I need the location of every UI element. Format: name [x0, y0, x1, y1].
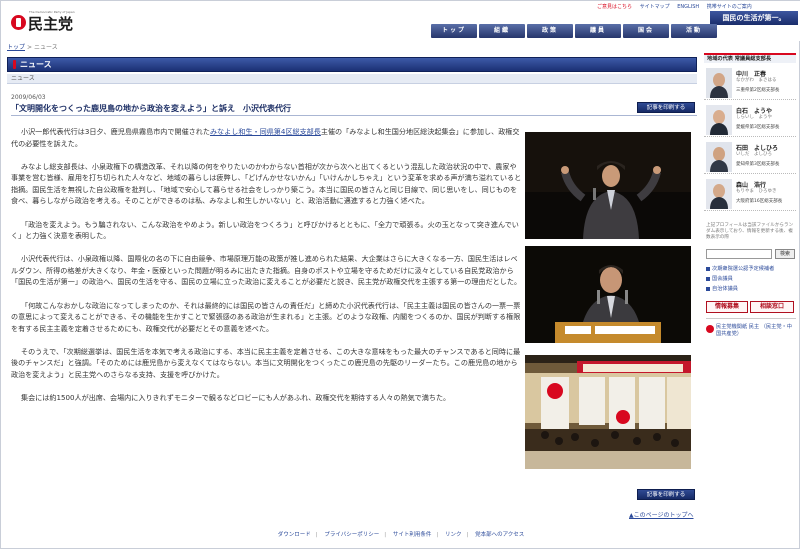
- member-district: 愛知県第3区総支部長: [736, 162, 780, 167]
- footer-link-privacy[interactable]: プライバシーポリシー: [324, 532, 379, 538]
- member-district: 大阪府第16区総支部長: [736, 199, 783, 204]
- nav-policy[interactable]: 政策: [527, 24, 573, 38]
- paragraph-text-start: 小沢一郎代表代行は3日夕、鹿児島県霧島市内で開催された: [21, 127, 210, 136]
- logo-name: 民主党: [28, 15, 74, 33]
- member-card[interactable]: 白石 ようや しらいし ようや 愛媛県第3区総支部長: [704, 103, 796, 137]
- publication-label: 民主党機関紙 民主 （民主党・中国共産党）: [716, 324, 792, 337]
- nav-organization[interactable]: 組織: [479, 24, 525, 38]
- member-card[interactable]: 石田 よしひろ いしだ よしひろ 愛知県第3区総支部長: [704, 140, 796, 174]
- event-photo-rally: [525, 355, 691, 469]
- sidebar-search-button[interactable]: 検索: [775, 249, 795, 259]
- footer-separator: |: [466, 532, 469, 538]
- party-logo-icon: [706, 325, 714, 333]
- global-nav: トップ 組織 政策 議員 国会 活動: [431, 24, 719, 38]
- member-card[interactable]: 中川 正春 なかがわ まさはる 三重県第2区総支部長: [704, 66, 796, 100]
- article-paragraph: 「何故こんなおかしな政治になってしまったのか、それは最終的には国民の皆さんの責任…: [11, 300, 521, 333]
- site-logo[interactable]: The Democratic Party of Japan 民主党: [7, 10, 87, 33]
- member-photo: [706, 179, 732, 209]
- banner-information-wanted[interactable]: 情報募集: [706, 301, 748, 313]
- nav-top[interactable]: トップ: [431, 24, 477, 38]
- bullet-icon: [706, 266, 710, 271]
- bullet-icon: [706, 276, 710, 281]
- section-title: ニュース: [20, 60, 52, 69]
- article-paragraph: そのうえで、「次期総選挙は、国民生活を本気で考える政治にする、本当に民主主義を定…: [11, 346, 521, 379]
- sidebar-link-label: 自治体議員: [712, 286, 738, 292]
- footer-link-access[interactable]: 党本部へのアクセス: [475, 532, 524, 538]
- sidebar-link-label: 国会議員: [712, 276, 733, 282]
- title-divider: [11, 115, 697, 116]
- banner-consultation[interactable]: 相談窓口: [750, 301, 794, 313]
- breadcrumb: トップ > ニュース: [7, 42, 58, 51]
- party-logo-icon: [11, 15, 26, 30]
- sidebar: 地域の代表 常議員総支部長 中川 正春 なかがわ まさはる 三重県第2区総支部長…: [704, 53, 796, 383]
- sidebar-link-diet-members[interactable]: 国会議員: [706, 275, 733, 282]
- nav-activities[interactable]: 活動: [671, 24, 717, 38]
- article-paragraph: 「政治を変えよう。もう騙されない、こんな政治をやめよう。新しい政治をつくろう」と…: [11, 219, 519, 241]
- footer-separator: |: [315, 532, 318, 538]
- sidebar-heading: 地域の代表 常議員総支部長: [704, 53, 796, 63]
- breadcrumb-current: ニュース: [34, 44, 58, 51]
- sidebar-search-input[interactable]: [706, 249, 772, 259]
- sidebar-banners: 情報募集 相談窓口: [706, 301, 796, 313]
- nav-members[interactable]: 議員: [575, 24, 621, 38]
- member-district: 三重県第2区総支部長: [736, 88, 780, 93]
- back-to-top-link[interactable]: ▲このページのトップへ: [629, 510, 694, 519]
- section-marker-icon: [13, 60, 16, 69]
- breadcrumb-separator: >: [27, 44, 33, 51]
- event-photo-speaker-2: [525, 246, 691, 343]
- article-paragraph: 小沢一郎代表代行は3日夕、鹿児島県霧島市内で開催されたみなよし和生・同県第4区総…: [11, 126, 523, 149]
- section-header: ニュース: [7, 57, 697, 72]
- print-article-button-top[interactable]: 記事を印刷する: [637, 102, 695, 113]
- sidebar-divider: [706, 318, 796, 319]
- section-subtitle: ニュース: [7, 74, 697, 84]
- sidebar-note: 上記プロフィールは当該ファイルからランダム表示しており、情報を更新する後、複数表…: [706, 223, 794, 241]
- member-photo: [706, 105, 732, 135]
- page: The Democratic Party of Japan 民主党 ご意見はこち…: [0, 0, 800, 549]
- article-body: 小沢一郎代表代行は3日夕、鹿児島県霧島市内で開催されたみなよし和生・同県第4区総…: [11, 126, 523, 415]
- member-kana: いしだ よしひろ: [736, 152, 772, 157]
- utility-link-mobile[interactable]: 携帯サイトのご案内: [707, 4, 752, 10]
- member-district: 愛媛県第3区総支部長: [736, 125, 780, 130]
- article-date: 2009/06/03: [11, 94, 46, 101]
- footer-separator: |: [436, 532, 439, 538]
- main-content: ニュース ニュース 2009/06/03 「文明開化をつくった鹿児島の地から政治…: [7, 53, 697, 523]
- article-paragraph: 小沢代表代行は、小泉政権以降、国際化の名の下に自由競争、市場原理万能の政策が推し…: [11, 254, 522, 287]
- site-header: The Democratic Party of Japan 民主党 ご意見はこち…: [1, 1, 800, 41]
- member-kana: もりやま ひろゆき: [736, 189, 777, 194]
- footer-separator: |: [384, 532, 387, 538]
- sidebar-link-label: 次期衆院選公認予定候補者: [712, 266, 775, 272]
- sidebar-link-candidates[interactable]: 次期衆院選公認予定候補者: [706, 265, 774, 272]
- utility-link-sitemap[interactable]: サイトマップ: [640, 4, 670, 10]
- event-photo-speaker-1: [525, 132, 691, 239]
- member-card[interactable]: 森山 浩行 もりやま ひろゆき 大阪府第16区総支部長: [704, 177, 796, 211]
- candidate-link[interactable]: みなよし和生・同県第4区総支部長: [210, 127, 321, 136]
- footer-link-links[interactable]: リンク: [445, 532, 462, 538]
- member-kana: しらいし ようや: [736, 115, 772, 120]
- sidebar-link-local-members[interactable]: 自治体議員: [706, 285, 738, 292]
- footer-link-terms[interactable]: サイト利用条件: [393, 532, 432, 538]
- article-paragraph: 集会には約1500人が出席、会場内に入りきれずモニターで観るなどロビーにも人があ…: [21, 393, 451, 403]
- footer-link-download[interactable]: ダウンロード: [278, 532, 311, 538]
- print-article-button-bottom[interactable]: 記事を印刷する: [637, 489, 695, 500]
- utility-link-english[interactable]: ENGLISH: [677, 4, 699, 10]
- member-kana: なかがわ まさはる: [736, 78, 777, 83]
- nav-diet[interactable]: 国会: [623, 24, 669, 38]
- slogan-banner: 国民の生活が第一。: [710, 11, 798, 25]
- bullet-icon: [706, 286, 710, 291]
- member-photo: [706, 142, 732, 172]
- breadcrumb-top[interactable]: トップ: [7, 44, 25, 51]
- utility-link-feedback[interactable]: ご意見はこちら: [597, 4, 632, 10]
- publication-banner[interactable]: 民主党機関紙 民主 （民主党・中国共産党）: [706, 324, 796, 340]
- member-photo: [706, 68, 732, 98]
- article-title: 「文明開化をつくった鹿児島の地から政治を変えよう」と訴え 小沢代表代行: [11, 104, 291, 113]
- article-paragraph: みなよし総支部長は、小泉政権下の構造改革、それ以降の何をやりたいのかわからない首…: [11, 161, 522, 206]
- site-footer: ダウンロード | プライバシーポリシー | サイト利用条件 | リンク | 党本部へのア…: [1, 530, 800, 540]
